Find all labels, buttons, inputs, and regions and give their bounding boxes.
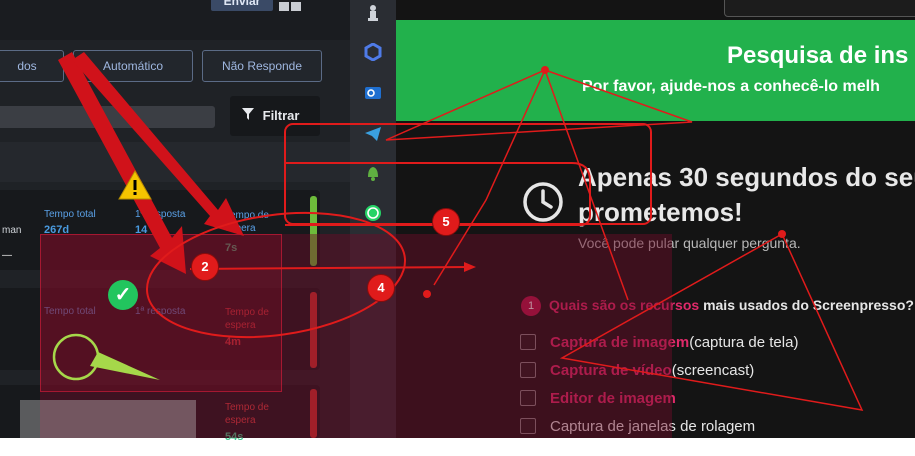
annotation-line [433, 69, 546, 286]
annotation-ellipse [145, 211, 407, 339]
thin-arrow [189, 266, 471, 270]
callout-circle [52, 333, 100, 381]
warning-icon [118, 169, 152, 205]
callout-tail [90, 352, 160, 380]
annotation-dot [778, 230, 786, 238]
check-icon: ✓ [108, 280, 138, 310]
annotation-badge-5: 5 [432, 208, 460, 236]
annotation-badge-2: 2 [191, 253, 219, 281]
annotation-dot [541, 66, 549, 74]
annotation-dot [423, 290, 431, 298]
annotation-badge-4: 4 [367, 274, 395, 302]
annotation-triangle-1 [385, 68, 693, 301]
annotation-triangle-2 [559, 233, 864, 411]
annotation-rect-1 [284, 123, 652, 225]
thick-arrow-2 [72, 52, 244, 236]
thin-arrow-head [464, 262, 476, 272]
